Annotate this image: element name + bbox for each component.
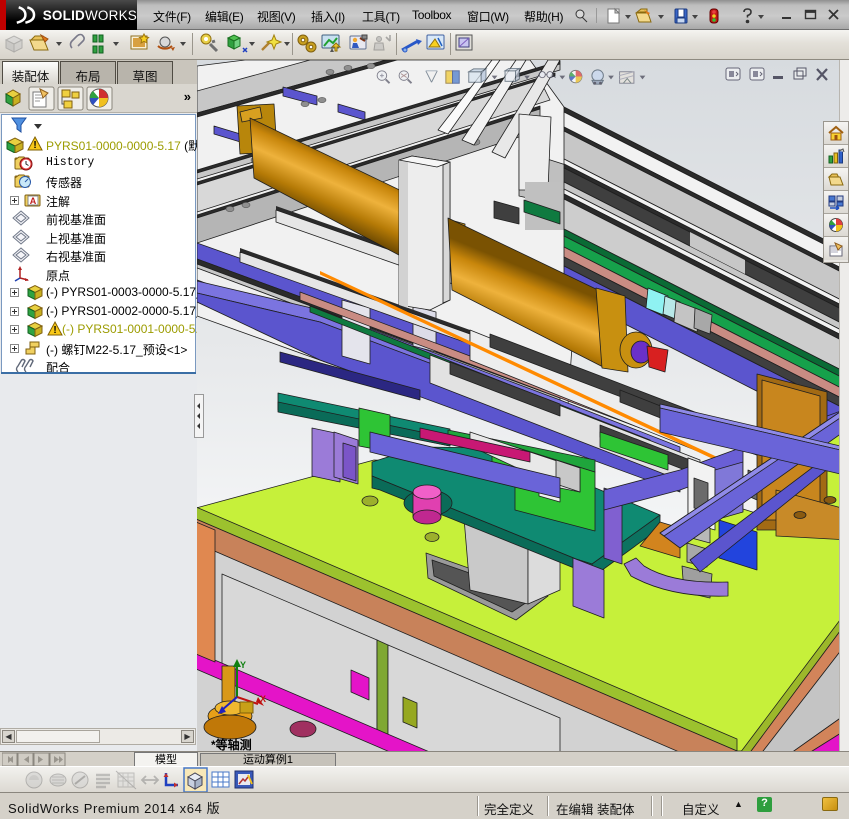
svg-text:!: ! [33,140,36,151]
svg-text:A: A [30,196,37,206]
svg-text:!: ! [53,325,56,336]
